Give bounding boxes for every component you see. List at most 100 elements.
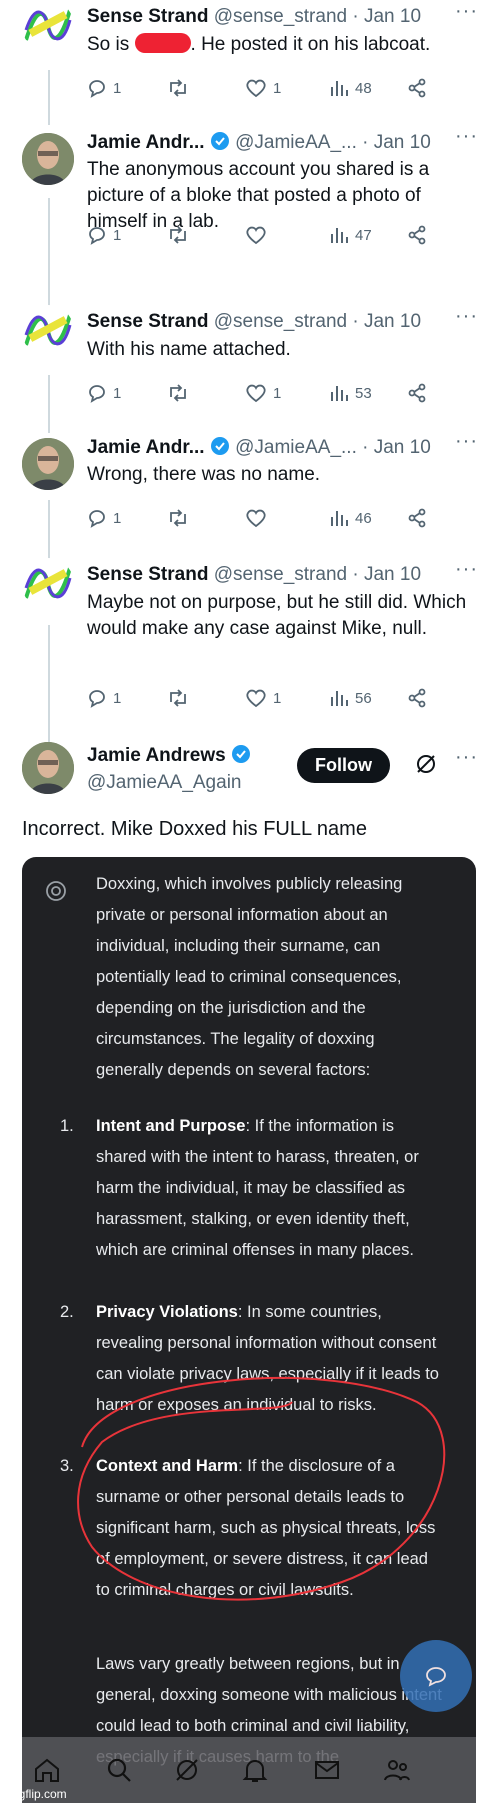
tweet-text: The anonymous account you shared is a pi… bbox=[87, 159, 430, 232]
reply-tweet[interactable]: Sense Strand @sense_strand · Jan 10 ··· … bbox=[0, 305, 500, 425]
retweet-button[interactable] bbox=[167, 78, 189, 98]
tweet-date[interactable]: · Jan 10 bbox=[352, 564, 421, 585]
tweet-date[interactable]: · Jan 10 bbox=[352, 311, 421, 332]
like-button[interactable]: 1 bbox=[245, 78, 281, 98]
share-button[interactable] bbox=[407, 225, 427, 245]
retweet-icon bbox=[170, 509, 186, 527]
jamie-avatar[interactable] bbox=[22, 133, 74, 185]
tweet-date[interactable]: · Jan 10 bbox=[362, 437, 431, 458]
notifications-bell-icon[interactable] bbox=[240, 1755, 270, 1785]
like-button[interactable]: 1 bbox=[245, 688, 281, 708]
views-button[interactable]: 53 bbox=[329, 383, 372, 403]
author-name[interactable]: Sense Strand bbox=[87, 564, 208, 585]
share-button[interactable] bbox=[407, 383, 427, 403]
sense-strand-avatar[interactable] bbox=[22, 558, 74, 610]
views-button[interactable]: 48 bbox=[329, 78, 372, 98]
share-button[interactable] bbox=[407, 508, 427, 528]
retweet-button[interactable] bbox=[167, 688, 189, 708]
reply-tweet[interactable]: Sense Strand @sense_strand · Jan 10 ··· … bbox=[0, 0, 500, 130]
reply-button[interactable]: 1 bbox=[87, 78, 121, 98]
view-count: 47 bbox=[355, 226, 372, 244]
author-name[interactable]: Sense Strand bbox=[87, 311, 208, 332]
reply-count: 1 bbox=[113, 689, 122, 707]
communities-icon[interactable] bbox=[382, 1755, 412, 1785]
view-count: 53 bbox=[355, 384, 372, 402]
grok-nav-icon[interactable] bbox=[172, 1755, 202, 1785]
more-options-icon[interactable]: ··· bbox=[455, 430, 478, 453]
grok-icon[interactable] bbox=[414, 752, 438, 776]
like-button[interactable]: 1 bbox=[245, 383, 281, 403]
more-options-icon[interactable]: ··· bbox=[455, 305, 478, 328]
jamie-avatar[interactable] bbox=[22, 438, 74, 490]
author-name[interactable]: Sense Strand bbox=[87, 6, 208, 27]
jamie-avatar[interactable] bbox=[22, 742, 74, 794]
follow-button[interactable]: Follow bbox=[297, 748, 390, 783]
share-button[interactable] bbox=[407, 688, 427, 708]
retweet-button[interactable] bbox=[167, 383, 189, 403]
tweet-actions: 1 1 53 bbox=[87, 383, 480, 407]
verified-badge-icon bbox=[210, 132, 229, 150]
sense-strand-avatar[interactable] bbox=[22, 305, 74, 357]
more-options-icon[interactable]: ··· bbox=[455, 0, 478, 23]
reply-tweet[interactable]: Jamie Andr... @JamieAA_... · Jan 10 ··· … bbox=[0, 430, 500, 550]
tweet-date[interactable]: · Jan 10 bbox=[352, 6, 421, 27]
share-icon bbox=[408, 688, 426, 708]
heart-icon bbox=[246, 79, 266, 98]
author-handle[interactable]: @sense_strand bbox=[214, 564, 347, 585]
author-handle[interactable]: @JamieAA_... bbox=[235, 437, 357, 458]
tweet-date[interactable]: · Jan 10 bbox=[362, 132, 431, 153]
verified-badge-icon bbox=[210, 437, 229, 455]
author-handle[interactable]: @sense_strand bbox=[214, 6, 347, 27]
retweet-icon bbox=[170, 226, 186, 244]
author-handle[interactable]: @JamieAA_Again bbox=[87, 772, 241, 794]
reply-icon bbox=[89, 690, 105, 708]
retweet-icon bbox=[170, 689, 186, 707]
search-icon[interactable] bbox=[104, 1755, 134, 1785]
like-button[interactable] bbox=[245, 508, 273, 528]
author-handle[interactable]: @JamieAA_... bbox=[235, 132, 357, 153]
reply-icon bbox=[89, 510, 105, 528]
compose-button[interactable] bbox=[400, 1640, 472, 1712]
reply-button[interactable]: 1 bbox=[87, 688, 121, 708]
more-options-icon[interactable]: ··· bbox=[455, 558, 478, 581]
author-handle[interactable]: @sense_strand bbox=[214, 311, 347, 332]
reply-count: 1 bbox=[113, 226, 122, 244]
main-tweet-text: Incorrect. Mike Doxxed his FULL name bbox=[22, 818, 367, 840]
reply-tweet[interactable]: Jamie Andr... @JamieAA_... · Jan 10 ··· … bbox=[0, 125, 500, 295]
messages-icon[interactable] bbox=[312, 1755, 342, 1785]
chat-bubble-icon bbox=[426, 1667, 446, 1687]
share-icon bbox=[408, 225, 426, 245]
more-options-icon[interactable]: ··· bbox=[455, 125, 478, 148]
author-name[interactable]: Jamie Andrews bbox=[87, 745, 226, 766]
retweet-button[interactable] bbox=[167, 508, 189, 528]
reply-tweet[interactable]: Sense Strand @sense_strand · Jan 10 ··· … bbox=[0, 558, 500, 728]
view-count: 48 bbox=[355, 79, 372, 97]
author-name[interactable]: Jamie Andr... bbox=[87, 437, 205, 458]
reply-button[interactable]: 1 bbox=[87, 225, 121, 245]
like-button[interactable] bbox=[245, 225, 273, 245]
like-count: 1 bbox=[273, 384, 282, 402]
views-button[interactable]: 56 bbox=[329, 688, 372, 708]
reply-button[interactable]: 1 bbox=[87, 383, 121, 403]
retweet-icon bbox=[170, 79, 186, 97]
tweet-text-part: . He posted it on his labcoat. bbox=[190, 34, 431, 55]
home-icon[interactable] bbox=[32, 1755, 62, 1785]
tweet-text-part: So is bbox=[87, 34, 135, 55]
reply-button[interactable]: 1 bbox=[87, 508, 121, 528]
views-button[interactable]: 47 bbox=[329, 225, 372, 245]
tweet-actions: 1 47 bbox=[87, 225, 480, 249]
views-chart-icon bbox=[331, 386, 348, 401]
more-options-icon[interactable]: ··· bbox=[455, 746, 478, 769]
like-count: 1 bbox=[273, 79, 282, 97]
view-count: 46 bbox=[355, 509, 372, 527]
imgflip-watermark: imgflip.com bbox=[6, 1787, 67, 1801]
tweet-actions: 1 1 56 bbox=[87, 688, 480, 712]
retweet-button[interactable] bbox=[167, 225, 189, 245]
sense-strand-avatar[interactable] bbox=[22, 0, 74, 52]
views-chart-icon bbox=[331, 81, 348, 96]
main-tweet[interactable]: Jamie Andrews @JamieAA_Again Follow ··· … bbox=[0, 740, 500, 850]
reply-icon bbox=[89, 80, 105, 98]
author-name[interactable]: Jamie Andr... bbox=[87, 132, 205, 153]
views-button[interactable]: 46 bbox=[329, 508, 372, 528]
share-button[interactable] bbox=[407, 78, 427, 98]
